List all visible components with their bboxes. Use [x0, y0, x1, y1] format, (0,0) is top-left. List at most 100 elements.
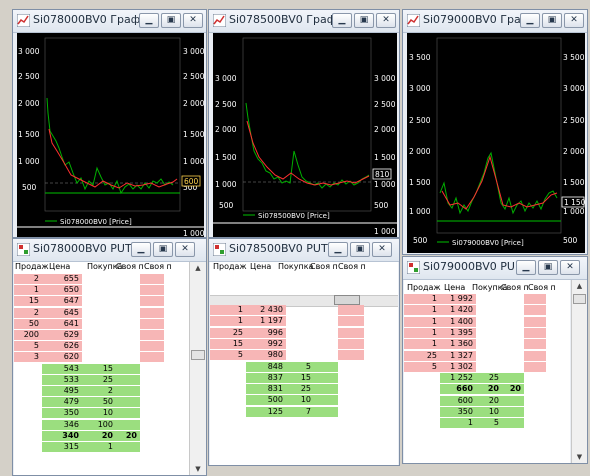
buy-row[interactable]: 533 25 — [14, 374, 189, 385]
title-bar[interactable]: Si078500BV0 Граф... ▁ ▣ ✕ — [209, 10, 399, 33]
buy-row[interactable]: 831 25 — [210, 384, 398, 395]
price-chart[interactable]: 3 000 2 500 2 000 1 500 1 000 500 3 000 … — [17, 33, 204, 237]
chart-window-3[interactable]: Si079000BV0 Граф... ▁ ▣ ✕ 3 500 3 000 2 … — [402, 9, 588, 255]
close-button[interactable]: ✕ — [372, 242, 392, 257]
price-series — [46, 97, 178, 195]
maximize-button[interactable]: ▣ — [354, 13, 374, 28]
table-cell: 2 430 — [246, 305, 286, 315]
scroll-down-icon[interactable]: ▼ — [572, 451, 587, 463]
price-chart[interactable]: 3 000 2 500 2 000 1 500 1 000 500 3 000 … — [213, 33, 397, 237]
sell-row[interactable]: 11 197 — [210, 316, 398, 327]
scrollbar[interactable]: ▲ ▼ — [571, 280, 587, 463]
chart-window-1[interactable]: Si078000BV0 Граф... ▁ ▣ ✕ 3 000 2 500 2 … — [12, 9, 207, 238]
orderbook-table[interactable]: Продаж Цена Покупка Своя п Своя п 11 992… — [404, 280, 570, 463]
buy-row[interactable]: 479 50 — [14, 397, 189, 408]
right-axis-ticks: 3 000 2 500 2 000 1 500 1 000 500 — [374, 74, 396, 210]
scroll-thumb[interactable] — [191, 350, 205, 360]
sell-row[interactable]: 11 400 — [404, 316, 570, 327]
buy-row[interactable]: 500 10 — [210, 395, 398, 406]
tick-label: 1 000 — [374, 180, 396, 189]
title-bar[interactable]: Si079000BV0 Граф... ▁ ▣ ✕ — [403, 10, 587, 33]
title-bar[interactable]: Si078500BV0 PUT [... ▁ ▣ ✕ — [209, 239, 399, 262]
maximize-button[interactable]: ▣ — [350, 242, 370, 257]
selected-cell[interactable] — [334, 295, 360, 305]
sell-row[interactable]: 3 620 — [14, 352, 189, 363]
buy-row[interactable]: 1 252 25 — [404, 373, 570, 384]
table-cell: 660 — [440, 384, 476, 395]
empty-cell — [524, 327, 546, 338]
orderbook-window-1[interactable]: Si078000BV0 PUT [... ▁ ▣ ✕ Продаж Цена П… — [12, 238, 207, 476]
buy-row[interactable]: 315 1 — [14, 442, 189, 452]
scroll-thumb[interactable] — [573, 294, 586, 304]
sell-row[interactable]: 15 992 — [210, 338, 398, 349]
close-button[interactable]: ✕ — [560, 260, 580, 275]
table-cell: 1 — [14, 285, 42, 296]
buy-row[interactable]: 495 2 — [14, 386, 189, 396]
buy-row[interactable]: 15 — [404, 418, 570, 429]
sell-row[interactable]: 25 1 327 — [404, 350, 570, 361]
close-button[interactable]: ✕ — [564, 13, 584, 28]
buy-row[interactable]: 848 5 — [210, 361, 398, 372]
sell-row[interactable]: 51 302 — [404, 361, 570, 372]
sell-row[interactable]: 50 641 — [14, 318, 189, 329]
price-chart[interactable]: 3 500 3 000 2 500 2 000 1 500 1 000 500 … — [407, 33, 585, 253]
buy-row[interactable]: 837 15 — [210, 372, 398, 383]
minimize-button[interactable]: ▁ — [131, 242, 151, 257]
sell-row[interactable]: 1 650 — [14, 285, 189, 296]
sell-row[interactable]: 200 629 — [14, 330, 189, 340]
sell-row[interactable]: 11 360 — [404, 339, 570, 350]
scrollbar[interactable]: ▲ ▼ — [189, 262, 206, 475]
buy-row[interactable]: 340 20 20 — [14, 430, 189, 441]
orderbook-table[interactable]: Продаж Цена Покупка Своя п Своя п 12 430… — [210, 262, 398, 465]
sell-row[interactable]: 12 430 — [210, 305, 398, 315]
table-cell: 1 — [210, 316, 246, 327]
empty-cell — [338, 316, 364, 327]
scroll-up-icon[interactable]: ▲ — [572, 280, 587, 293]
sell-row[interactable]: 11 992 — [404, 294, 570, 304]
minimize-button[interactable]: ▁ — [520, 13, 540, 28]
buy-row[interactable]: 350 10 — [14, 408, 189, 419]
table-cell — [502, 373, 524, 384]
maximize-button[interactable]: ▣ — [161, 13, 181, 28]
minimize-button[interactable]: ▁ — [516, 260, 536, 275]
maximize-button[interactable]: ▣ — [153, 242, 173, 257]
orderbook-table[interactable]: Продаж Цена Покупка Своя п Своя п 2 655 1 6… — [14, 262, 189, 475]
table-cell: 15 — [210, 338, 246, 349]
sell-row[interactable]: 5 980 — [210, 350, 398, 361]
sell-row[interactable]: 5 626 — [14, 341, 189, 352]
close-button[interactable]: ✕ — [175, 242, 195, 257]
title-bar[interactable]: Si078000BV0 Граф... ▁ ▣ ✕ — [13, 10, 206, 33]
minimize-button[interactable]: ▁ — [332, 13, 352, 28]
orderbook-window-3[interactable]: Si079000BV0 PU... ▁ ▣ ✕ Продаж Цена Поку… — [402, 256, 588, 464]
table-cell: 1 252 — [440, 373, 476, 384]
close-button[interactable]: ✕ — [183, 13, 203, 28]
table-cell: 5 — [210, 350, 246, 361]
scroll-down-icon[interactable]: ▼ — [190, 463, 206, 475]
buy-row[interactable]: 346 100 — [14, 419, 189, 430]
title-bar[interactable]: Si079000BV0 PU... ▁ ▣ ✕ — [403, 257, 587, 280]
table-cell: 992 — [246, 338, 286, 349]
sell-row[interactable]: 15 647 — [14, 296, 189, 307]
sell-row[interactable]: 2 645 — [14, 307, 189, 318]
close-button[interactable]: ✕ — [376, 13, 396, 28]
sell-row[interactable]: 25 996 — [210, 327, 398, 338]
sell-row[interactable]: 11 420 — [404, 305, 570, 316]
buy-row[interactable]: 125 7 — [210, 406, 398, 417]
buy-row[interactable]: 543 15 — [14, 363, 189, 374]
orderbook-window-2[interactable]: Si078500BV0 PUT [... ▁ ▣ ✕ Продаж Цена П… — [208, 238, 400, 466]
minimize-button[interactable]: ▁ — [139, 13, 159, 28]
buy-row[interactable]: 600 20 — [404, 395, 570, 406]
chart-window-2[interactable]: Si078500BV0 Граф... ▁ ▣ ✕ 3 000 2 500 2 … — [208, 9, 400, 238]
sell-row[interactable]: 11 395 — [404, 327, 570, 338]
maximize-button[interactable]: ▣ — [542, 13, 562, 28]
tick-label: 1 000 — [563, 207, 585, 216]
sell-row[interactable]: 2 655 — [14, 274, 189, 284]
buy-row[interactable]: 350 10 — [404, 407, 570, 417]
minimize-button[interactable]: ▁ — [328, 242, 348, 257]
table-cell: 25 — [210, 327, 246, 338]
buy-row[interactable]: 660 20 20 — [404, 384, 570, 395]
title-bar[interactable]: Si078000BV0 PUT [... ▁ ▣ ✕ — [13, 239, 206, 262]
table-cell: 200 — [14, 330, 42, 340]
maximize-button[interactable]: ▣ — [538, 260, 558, 275]
scroll-up-icon[interactable]: ▲ — [190, 262, 206, 275]
